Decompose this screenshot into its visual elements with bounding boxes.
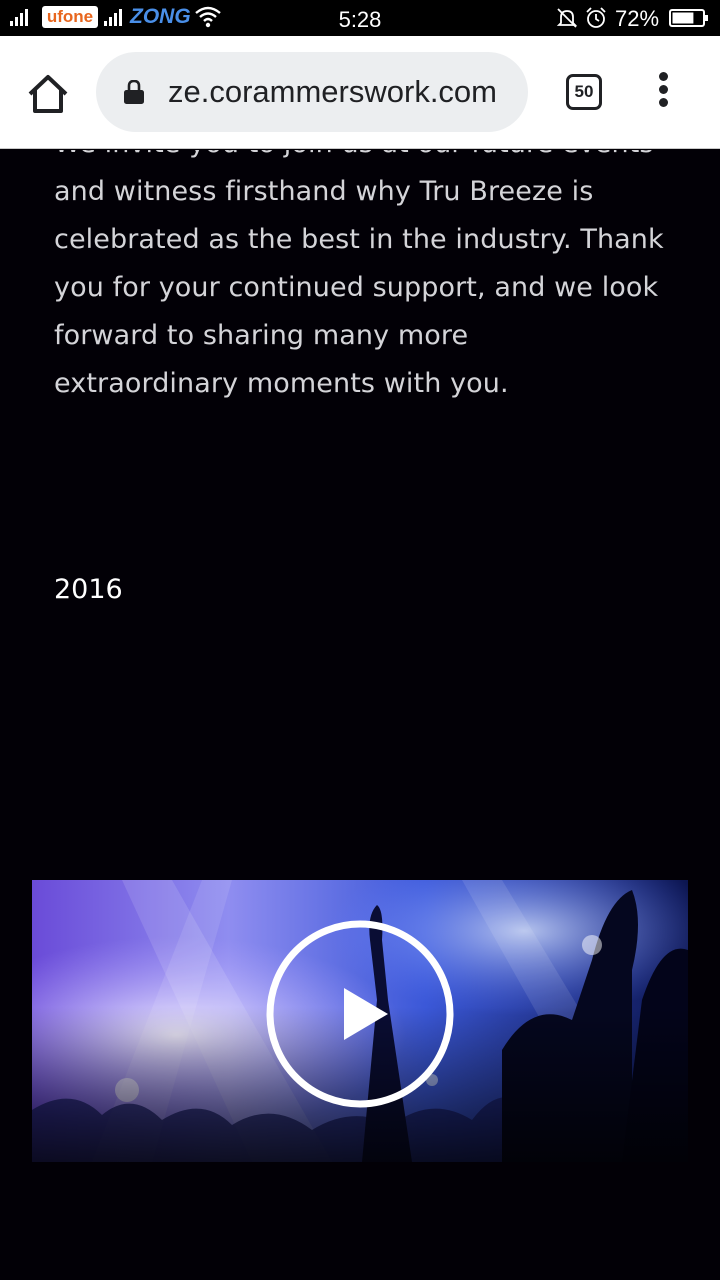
page-content[interactable]: We invite you to join us at our future e… — [0, 150, 720, 1280]
home-icon[interactable] — [24, 72, 72, 116]
body-paragraph: We invite you to join us at our future e… — [54, 150, 684, 408]
lock-icon[interactable] — [124, 80, 144, 104]
browser-toolbar: ze.corammerswork.com 50 — [0, 36, 720, 149]
paragraph-line: forward to sharing many more — [54, 320, 469, 351]
paragraph-line: celebrated as the best in the industry. … — [54, 224, 664, 255]
address-bar[interactable]: ze.corammerswork.com — [96, 52, 528, 132]
clock: 5:28 — [338, 7, 382, 32]
paragraph-line: We invite you to join us at our future e… — [54, 150, 684, 168]
status-bar: ufone ZONG 5:28 72% — [0, 0, 720, 36]
paragraph-line: extraordinary moments with you. — [54, 368, 509, 399]
year-label: 2016 — [54, 574, 123, 605]
video-player[interactable] — [32, 880, 688, 1162]
tabs-icon[interactable]: 50 — [566, 74, 602, 110]
battery-percent: 72% — [615, 6, 660, 31]
paragraph-line: and witness firsthand why Tru Breeze is — [54, 176, 594, 207]
battery-icon — [669, 9, 708, 27]
url-text[interactable]: ze.corammerswork.com — [168, 74, 497, 110]
more-vert-icon[interactable] — [654, 72, 672, 112]
paragraph-line: you for your continued support, and we l… — [54, 272, 659, 303]
mute-icon — [556, 8, 578, 28]
play-icon[interactable] — [264, 918, 456, 1110]
alarm-icon — [586, 7, 606, 28]
